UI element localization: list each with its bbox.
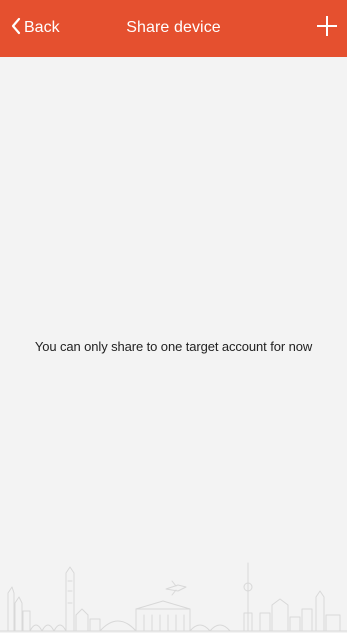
app-header: Back Share device	[0, 0, 347, 57]
plus-icon	[315, 16, 339, 42]
content-area: You can only share to one target account…	[0, 57, 347, 633]
empty-state-message: You can only share to one target account…	[34, 339, 313, 354]
add-button[interactable]	[315, 14, 339, 38]
city-skyline-illustration	[0, 562, 347, 632]
page-title: Share device	[126, 19, 221, 36]
